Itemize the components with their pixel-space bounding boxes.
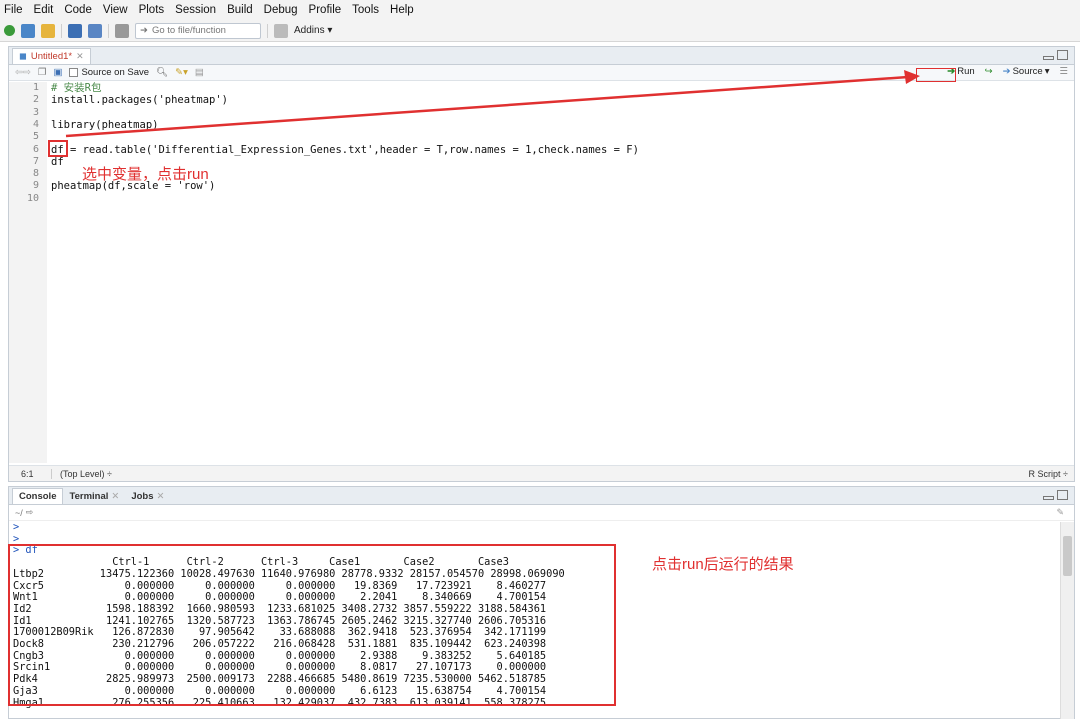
console-pane-controls	[1043, 490, 1068, 500]
goto-arrow-icon: ➜	[140, 25, 148, 36]
back-icon[interactable]: ⇦⇨	[15, 67, 31, 78]
menu-help[interactable]: Help	[390, 4, 414, 16]
menu-edit[interactable]: Edit	[34, 4, 54, 16]
addins-menu[interactable]: Addins ▾	[294, 25, 332, 36]
editor-tabbar: ◼ Untitled1* ✕	[9, 47, 1074, 65]
minimize-icon[interactable]	[1043, 56, 1054, 60]
line-number: 7	[32, 155, 39, 167]
grid-layout-icon[interactable]	[274, 23, 288, 38]
maximize-icon[interactable]	[1057, 50, 1068, 60]
new-project-icon[interactable]	[21, 23, 35, 38]
code-text: df	[51, 155, 64, 168]
tab-terminal[interactable]: Terminal ✕	[63, 488, 125, 504]
editor-statusbar: 6:1 (Top Level) ÷ R Script ÷	[9, 465, 1074, 481]
go-to-dir-icon[interactable]: ⇨	[26, 507, 34, 518]
line-number: 8	[32, 168, 39, 180]
menu-tools[interactable]: Tools	[352, 4, 379, 16]
close-icon[interactable]: ✕	[111, 491, 119, 502]
save-icon[interactable]: ▣	[53, 67, 62, 78]
tab-console-label: Console	[19, 491, 57, 502]
tab-console[interactable]: Console	[12, 488, 64, 504]
editor-toolbar: ⇦⇨ ❐ ▣ Source on Save 🔍︎ ✎▾ ▤ ➔ Run ↪ ➔ …	[9, 65, 1074, 81]
run-button-highlight	[916, 68, 956, 82]
main-toolbar: ➜ Go to file/function Addins ▾	[0, 20, 1080, 42]
file-type-selector[interactable]: R Script ÷	[1029, 469, 1068, 479]
source-on-save-label: Source on Save	[81, 67, 150, 78]
df-highlight-box	[48, 140, 68, 157]
run-label: Run	[957, 66, 975, 77]
save-icon[interactable]	[68, 23, 82, 38]
editor-pane: ◼ Untitled1* ✕ ⇦⇨ ❐ ▣ Source on Save 🔍︎ …	[8, 46, 1075, 482]
tab-jobs[interactable]: Jobs ✕	[125, 488, 170, 504]
tab-title: Untitled1*	[30, 51, 73, 62]
tab-terminal-label: Terminal	[69, 490, 109, 502]
working-dir-path: ~/	[15, 507, 23, 518]
menu-code[interactable]: Code	[64, 4, 92, 16]
new-file-icon[interactable]	[4, 25, 15, 36]
close-icon[interactable]: ✕	[76, 51, 84, 62]
console-working-dir: ~/ ⇨ ✎	[9, 505, 1074, 521]
line-number: 9	[32, 180, 39, 192]
scope-selector[interactable]: (Top Level) ÷	[51, 468, 112, 479]
console-line: >	[13, 521, 20, 533]
annotation-select-variable: 选中变量，点击run	[82, 166, 209, 183]
line-number: 3	[32, 106, 39, 118]
menu-file[interactable]: File	[4, 4, 23, 16]
search-icon[interactable]: 🔍︎	[156, 67, 168, 78]
scrollbar-thumb[interactable]	[1063, 536, 1072, 576]
checkbox-icon	[69, 68, 79, 77]
menu-plots[interactable]: Plots	[139, 4, 165, 16]
toolbar-divider	[108, 23, 109, 38]
rerun-icon[interactable]: ↪	[985, 66, 993, 77]
code-text: df = read.table('Differential_Expression…	[51, 143, 639, 156]
wand-icon[interactable]: ✎▾	[175, 67, 188, 78]
code-text: library(pheatmap)	[51, 118, 159, 131]
source-label: Source	[1012, 66, 1043, 77]
console-result-box	[8, 544, 616, 706]
print-icon[interactable]	[115, 23, 129, 38]
tab-jobs-label: Jobs	[131, 490, 154, 502]
source-button[interactable]: ➔ Source ▾	[1003, 66, 1050, 77]
line-number: 4	[32, 118, 39, 130]
console-tabbar: Console Terminal ✕ Jobs ✕	[9, 487, 1074, 505]
goto-file-input[interactable]: ➜ Go to file/function	[135, 22, 261, 39]
line-number: 10	[26, 192, 39, 204]
toolbar-divider	[267, 23, 268, 38]
menu-profile[interactable]: Profile	[309, 4, 342, 16]
menu-build[interactable]: Build	[227, 4, 253, 16]
open-folder-icon[interactable]	[41, 23, 55, 38]
chevron-down-icon: ▾	[1044, 66, 1050, 77]
menu-debug[interactable]: Debug	[264, 4, 298, 16]
clear-console-icon[interactable]: ✎	[1056, 507, 1064, 518]
menu-view[interactable]: View	[103, 4, 128, 16]
annotation-result: 点击run后运行的结果	[652, 556, 794, 573]
line-number: 2	[32, 94, 39, 106]
goto-placeholder: Go to file/function	[151, 25, 226, 36]
line-number: 6	[32, 143, 39, 155]
maximize-icon[interactable]	[1057, 490, 1068, 500]
show-in-window-icon[interactable]: ❐	[38, 67, 47, 78]
console-scrollbar[interactable]	[1060, 522, 1074, 719]
r-file-icon: ◼	[19, 51, 27, 62]
outline-icon[interactable]: ▤	[195, 67, 204, 78]
editor-pane-controls	[1043, 50, 1068, 60]
editor-toolbar-right: ➔ Run ↪ ➔ Source ▾ ☰	[947, 66, 1068, 77]
code-editor[interactable]: 1 # 安装R包 2 install.packages('pheatmap') 3 4 li…	[9, 82, 1074, 463]
close-icon[interactable]: ✕	[157, 491, 165, 502]
save-all-icon[interactable]	[88, 23, 102, 38]
menu-session[interactable]: Session	[175, 4, 216, 16]
tab-untitled1[interactable]: ◼ Untitled1* ✕	[12, 48, 91, 64]
cursor-position: 6:1	[21, 468, 34, 479]
toolbar-divider	[61, 23, 62, 38]
source-arrow-icon: ➔	[1002, 66, 1011, 77]
menu-bar: File Edit Code View Plots Session Build …	[0, 0, 1080, 20]
code-text: # 安装R包	[51, 82, 102, 94]
line-number: 1	[32, 82, 39, 93]
source-on-save-checkbox[interactable]: Source on Save	[69, 67, 149, 78]
document-outline-icon[interactable]: ☰	[1059, 66, 1068, 77]
code-text: install.packages('pheatmap')	[51, 94, 229, 107]
line-number: 5	[32, 131, 39, 143]
minimize-icon[interactable]	[1043, 496, 1054, 500]
